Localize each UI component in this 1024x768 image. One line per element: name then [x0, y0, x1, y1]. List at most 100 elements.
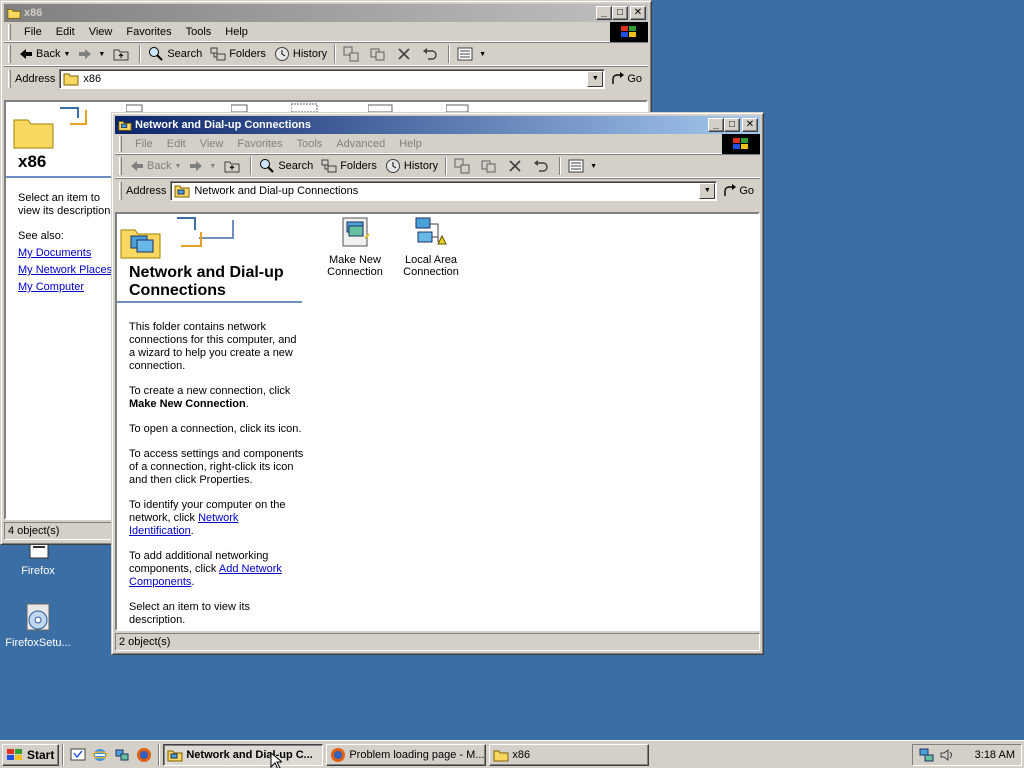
link-my-network-places[interactable]: My Network Places — [18, 264, 112, 276]
close-button[interactable]: ✕ — [742, 118, 758, 132]
item-local-area-connection[interactable]: Local Area Connection — [394, 216, 468, 278]
address-value: x86 — [83, 72, 102, 85]
taskbar-separator — [62, 743, 65, 766]
history-button[interactable]: History — [381, 156, 442, 176]
up-button[interactable] — [220, 157, 247, 175]
menu-advanced[interactable]: Advanced — [329, 136, 392, 152]
toolbar-grip[interactable] — [119, 135, 122, 152]
quicklaunch-internet-explorer[interactable] — [89, 744, 111, 766]
search-icon — [149, 47, 164, 61]
status-text: 4 object(s) — [8, 525, 60, 537]
folders-icon — [210, 47, 226, 61]
back-button[interactable]: Back ▼ — [126, 158, 185, 174]
quicklaunch-show-desktop[interactable] — [67, 744, 89, 766]
toolbar-grip[interactable] — [8, 69, 11, 88]
network-folder-icon — [167, 750, 183, 761]
task-network-connections[interactable]: Network and Dial-up C... — [163, 743, 324, 766]
status-text: 2 object(s) — [119, 636, 171, 648]
go-button[interactable]: Go — [717, 183, 760, 198]
menu-file[interactable]: File — [17, 24, 49, 40]
item-make-new-connection[interactable]: Make New Connection — [320, 216, 390, 278]
undo-button[interactable] — [418, 45, 445, 63]
desktop-icon-firefox-setup[interactable]: FirefoxSetu... — [0, 600, 76, 649]
menu-view[interactable]: View — [193, 136, 231, 152]
go-button[interactable]: Go — [605, 71, 648, 86]
address-input[interactable]: Network and Dial-up Connections ▼ — [170, 180, 718, 201]
search-button[interactable]: Search — [255, 156, 317, 176]
clock[interactable]: 3:18 AM — [975, 749, 1015, 761]
toolbar-grip[interactable] — [8, 23, 11, 40]
network-folder-icon — [174, 185, 190, 197]
link-my-computer[interactable]: My Computer — [18, 281, 84, 293]
menu-bar: File Edit View Favorites Tools Help — [4, 21, 648, 42]
title-bar[interactable]: Network and Dial-up Connections _ □ ✕ — [115, 116, 760, 134]
start-button[interactable]: Start — [2, 743, 60, 766]
menu-file[interactable]: File — [128, 136, 160, 152]
toolbar-separator — [334, 45, 337, 63]
panel-paragraph: To open a connection, click its icon. — [129, 423, 302, 435]
go-arrow-icon — [724, 183, 737, 196]
network-banner-icon — [120, 217, 234, 259]
delete-button[interactable] — [393, 45, 418, 63]
firefox-icon — [137, 747, 152, 762]
address-dropdown-button[interactable]: ▼ — [699, 182, 716, 199]
back-button[interactable]: Back ▼ — [15, 46, 74, 62]
views-button[interactable]: ▼ — [453, 45, 490, 63]
internet-explorer-icon — [92, 748, 109, 761]
network-connections-window: Network and Dial-up Connections _ □ ✕ Fi… — [111, 112, 764, 655]
link-my-documents[interactable]: My Documents — [18, 247, 91, 259]
menu-favorites[interactable]: Favorites — [119, 24, 178, 40]
minimize-button[interactable]: _ — [596, 6, 612, 20]
task-firefox[interactable]: Problem loading page - M... — [326, 743, 487, 766]
undo-button[interactable] — [529, 157, 556, 175]
history-icon — [385, 159, 400, 173]
address-input[interactable]: x86 ▼ — [59, 68, 606, 89]
copy-to-button[interactable] — [477, 156, 504, 176]
forward-button[interactable]: ▼ — [185, 158, 220, 174]
history-icon — [274, 47, 289, 61]
folders-button[interactable]: Folders — [206, 44, 270, 64]
panel-paragraph: To access settings and components of a c… — [129, 448, 304, 486]
toolbar-grip[interactable] — [119, 157, 122, 175]
move-to-button[interactable] — [450, 156, 477, 176]
history-button[interactable]: History — [270, 44, 331, 64]
task-x86[interactable]: x86 — [489, 743, 650, 766]
maximize-button[interactable]: □ — [612, 6, 628, 20]
chevron-down-icon: ▼ — [591, 75, 599, 82]
toolbar-separator — [250, 157, 253, 175]
menu-view[interactable]: View — [82, 24, 120, 40]
search-label: Search — [167, 48, 203, 60]
copy-to-button[interactable] — [366, 44, 393, 64]
close-button[interactable]: ✕ — [630, 6, 646, 20]
menu-help[interactable]: Help — [218, 24, 255, 40]
views-button[interactable]: ▼ — [564, 157, 601, 175]
menu-tools[interactable]: Tools — [179, 24, 219, 40]
forward-button[interactable]: ▼ — [74, 46, 109, 62]
up-button[interactable] — [109, 45, 136, 63]
folders-button[interactable]: Folders — [317, 156, 381, 176]
menu-edit[interactable]: Edit — [49, 24, 82, 40]
file-icon — [231, 104, 248, 112]
menu-favorites[interactable]: Favorites — [230, 136, 289, 152]
menu-help[interactable]: Help — [392, 136, 429, 152]
move-to-button[interactable] — [339, 44, 366, 64]
toolbar-grip[interactable] — [8, 45, 11, 63]
panel-paragraph: Select an item to view its description. — [129, 601, 251, 626]
network-status-icon[interactable] — [919, 747, 935, 763]
menu-edit[interactable]: Edit — [160, 136, 193, 152]
chevron-down-icon: ▼ — [63, 50, 71, 58]
menu-tools[interactable]: Tools — [290, 136, 330, 152]
search-icon — [260, 159, 275, 173]
minimize-button[interactable]: _ — [708, 118, 724, 132]
file-icon — [291, 103, 318, 112]
quicklaunch-outlook-express[interactable] — [111, 744, 133, 766]
network-folder-icon — [118, 121, 132, 131]
title-bar[interactable]: x86 _ □ ✕ — [4, 4, 648, 22]
volume-icon[interactable] — [939, 747, 955, 763]
search-button[interactable]: Search — [144, 44, 206, 64]
quicklaunch-firefox[interactable] — [133, 744, 155, 766]
address-dropdown-button[interactable]: ▼ — [587, 70, 604, 87]
maximize-button[interactable]: □ — [724, 118, 740, 132]
delete-button[interactable] — [504, 157, 529, 175]
toolbar-grip[interactable] — [119, 181, 122, 200]
